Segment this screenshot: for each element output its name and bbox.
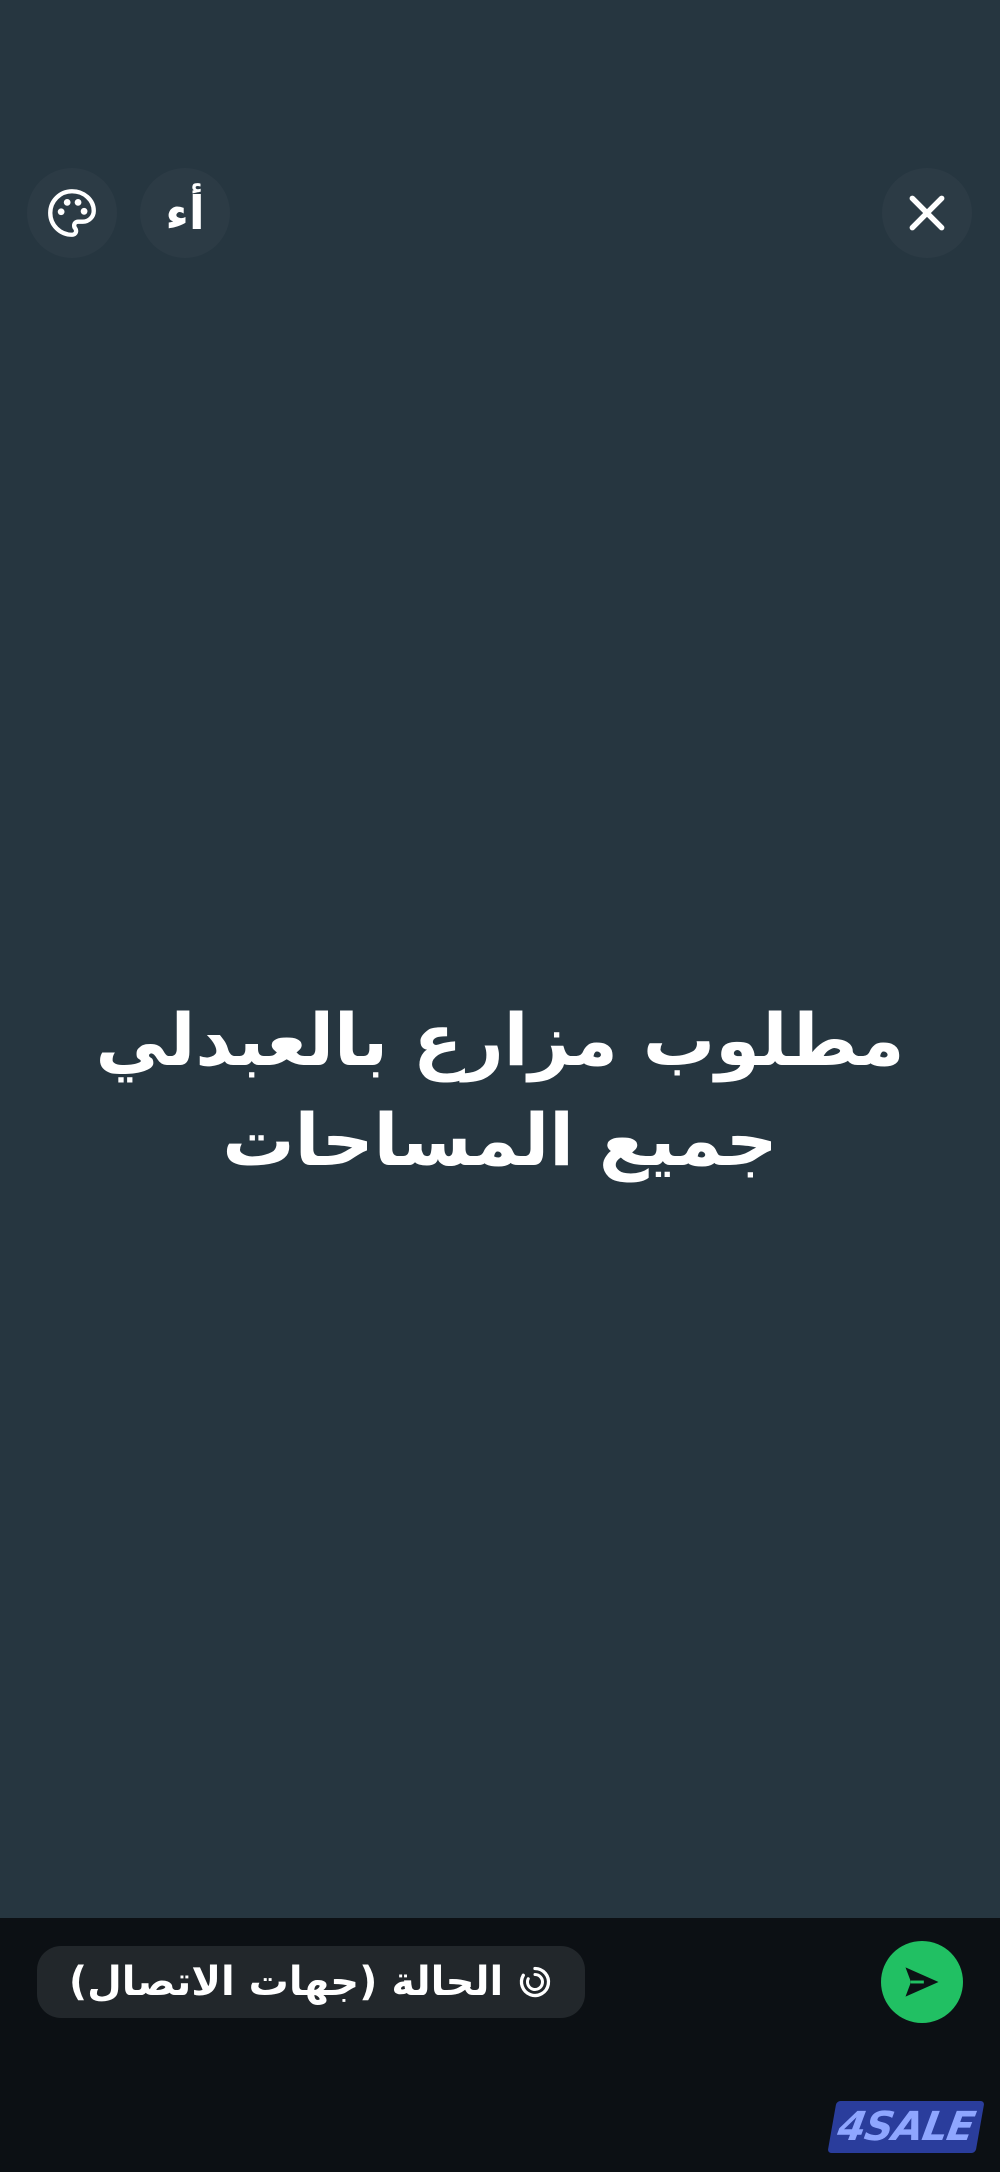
status-canvas: أء مطلوب مزارع بالعبدلي جميع المساحات <box>0 0 1000 1918</box>
send-button[interactable] <box>881 1941 963 2023</box>
send-icon <box>905 1967 939 1997</box>
watermark-text: 4SALE <box>834 2104 978 2150</box>
palette-icon <box>48 189 96 237</box>
audience-label: الحالة (جهات الاتصال) <box>68 1959 504 2005</box>
close-button[interactable] <box>882 168 972 258</box>
status-text[interactable]: مطلوب مزارع بالعبدلي جميع المساحات <box>60 990 940 1190</box>
font-style-button[interactable]: أء <box>140 168 230 258</box>
status-text-line-2: جميع المساحات <box>222 1098 778 1182</box>
audience-selector-button[interactable]: الحالة (جهات الاتصال) <box>37 1946 585 2018</box>
close-icon <box>909 195 945 231</box>
status-ring-icon <box>520 1966 551 1998</box>
font-style-label: أء <box>165 186 205 240</box>
watermark-logo: 4SALE <box>827 2101 985 2153</box>
status-text-line-1: مطلوب مزارع بالعبدلي <box>95 998 905 1082</box>
color-palette-button[interactable] <box>27 168 117 258</box>
